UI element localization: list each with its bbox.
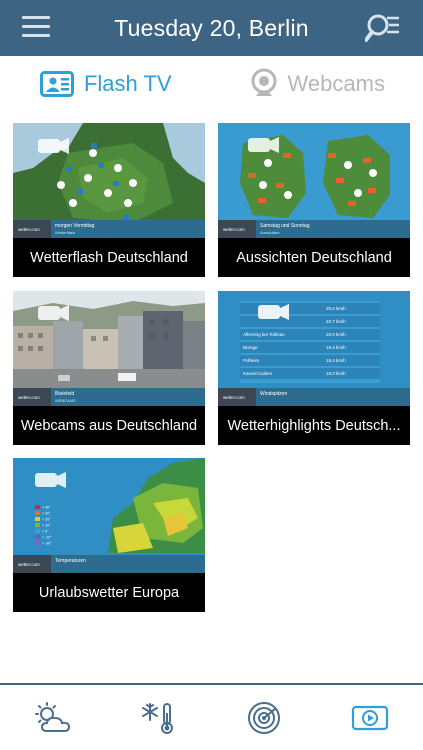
video-thumbnail: > 40° > 30° > 20° > 10° > 0° > -10° > -2… <box>13 458 205 573</box>
menu-icon[interactable] <box>22 16 50 38</box>
svg-text:Bielefeld: Bielefeld <box>55 391 74 397</box>
svg-text:> 30°: > 30° <box>42 512 51 516</box>
svg-text:wetter.com: wetter.com <box>223 395 245 400</box>
nav-radar[interactable] <box>234 693 294 743</box>
tab-webcams[interactable]: Webcams <box>212 56 423 112</box>
svg-text:Wetterflash: Wetterflash <box>55 230 75 235</box>
video-play-icon <box>352 705 389 730</box>
snow-thermometer-icon <box>141 702 173 734</box>
nav-forecast[interactable] <box>23 693 83 743</box>
svg-text:> 20°: > 20° <box>42 518 51 522</box>
svg-text:Samstag und Sonntag: Samstag und Sonntag <box>260 223 310 229</box>
app-header: Tuesday 20, Berlin <box>0 0 423 56</box>
bottom-nav <box>0 683 423 750</box>
svg-text:wetter.com: wetter.com <box>18 227 40 232</box>
video-card-wetterflash[interactable]: wetter.com morgen Vormittag Wetterflash … <box>13 123 205 277</box>
search-list-icon[interactable] <box>365 12 401 44</box>
svg-text:25.6 km/h: 25.6 km/h <box>326 306 346 311</box>
svg-text:Windspitzen: Windspitzen <box>260 391 287 397</box>
video-card-webcams[interactable]: wetter.com Bielefeld WEBCAMS Webcams aus… <box>13 291 205 445</box>
svg-text:> -10°: > -10° <box>42 536 52 540</box>
svg-text:22.7 km/h: 22.7 km/h <box>326 319 346 324</box>
tv-presenter-icon <box>39 71 74 97</box>
webcam-icon <box>250 68 278 100</box>
video-caption: Aussichten Deutschland <box>236 249 392 266</box>
video-caption: Wetterflash Deutschland <box>30 249 188 266</box>
svg-text:wetter.com: wetter.com <box>223 227 245 232</box>
video-caption: Webcams aus Deutschland <box>20 417 198 434</box>
video-thumbnail: wetter.com Samstag und Sonntag Aussichte… <box>218 123 410 238</box>
tab-bar: Flash TV Webcams <box>0 56 423 112</box>
svg-text:wetter.com: wetter.com <box>18 395 40 400</box>
svg-text:> 10°: > 10° <box>42 524 51 528</box>
video-card-wetterhighlights[interactable]: 25.6 km/h 22.7 km/h Affersing bei Tollma… <box>218 291 410 445</box>
video-thumbnail: wetter.com Bielefeld WEBCAMS <box>13 291 205 406</box>
video-thumbnail: 25.6 km/h 22.7 km/h Affersing bei Tollma… <box>218 291 410 406</box>
svg-text:wetter.com: wetter.com <box>18 562 40 567</box>
svg-text:Affersing bei Tollmau: Affersing bei Tollmau <box>243 332 285 337</box>
svg-text:20.9 km/h: 20.9 km/h <box>326 332 346 337</box>
video-card-aussichten[interactable]: wetter.com Samstag und Sonntag Aussichte… <box>218 123 410 277</box>
nav-video[interactable] <box>340 693 400 743</box>
video-caption: Wetterhighlights Deutsch... <box>227 417 401 434</box>
svg-text:Pulheim: Pulheim <box>243 358 260 363</box>
svg-text:19.4 km/h: 19.4 km/h <box>326 345 346 350</box>
svg-text:Aussichten: Aussichten <box>260 230 280 235</box>
svg-text:19.4 km/h: 19.4 km/h <box>326 358 346 363</box>
svg-text:> 40°: > 40° <box>42 506 51 510</box>
nav-snow[interactable] <box>129 693 189 743</box>
svg-text:morgen Vormittag: morgen Vormittag <box>55 223 95 229</box>
tab-flash-tv-label: Flash TV <box>83 71 172 96</box>
video-card-urlaubswetter[interactable]: > 40° > 30° > 20° > 10° > 0° > -10° > -2… <box>13 458 205 612</box>
svg-text:> 0°: > 0° <box>42 530 49 534</box>
svg-text:> -20°: > -20° <box>42 542 52 546</box>
svg-text:Kassel-Calden: Kassel-Calden <box>243 371 273 376</box>
tab-flash-tv[interactable]: Flash TV <box>0 56 212 112</box>
sun-cloud-icon <box>34 701 70 732</box>
radar-icon <box>248 701 281 734</box>
tab-webcams-label: Webcams <box>287 71 385 96</box>
video-thumbnail: wetter.com morgen Vormittag Wetterflash <box>13 123 205 238</box>
svg-text:WEBCAMS: WEBCAMS <box>55 398 76 403</box>
svg-text:Brenge: Brenge <box>243 345 258 350</box>
svg-text:18.0 km/h: 18.0 km/h <box>326 371 346 376</box>
video-caption: Urlaubswetter Europa <box>38 584 180 601</box>
svg-text:Temperaturen: Temperaturen <box>55 558 86 564</box>
page-title: Tuesday 20, Berlin <box>114 14 309 41</box>
